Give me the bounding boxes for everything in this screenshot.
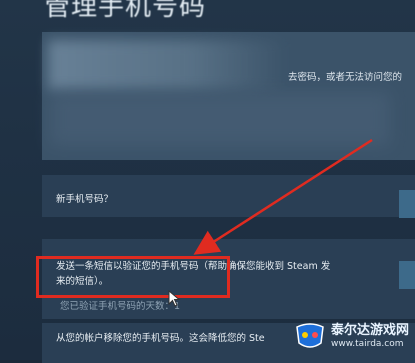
watermark-url: www.tairda.com [331,338,404,349]
watermark-name: 泰尔达游戏网 [331,322,410,338]
mouse-cursor-icon [168,290,181,307]
watermark: 泰尔达游戏网 www.tairda.com [293,314,413,358]
site-logo-icon [296,323,324,348]
red-arrow-annotation [193,138,373,255]
